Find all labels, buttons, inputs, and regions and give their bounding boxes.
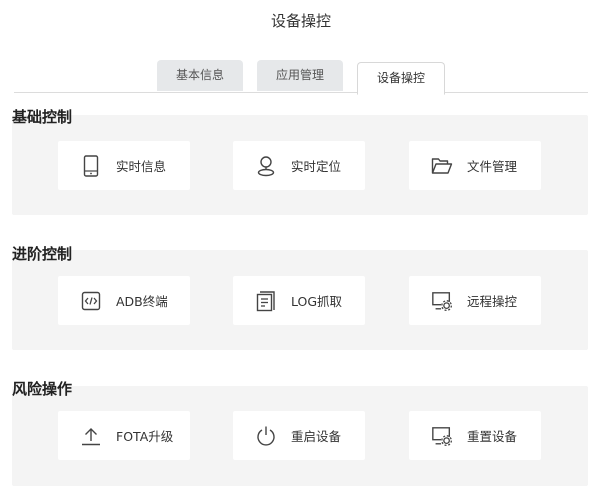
reset-device-button[interactable]: 重置设备 bbox=[409, 411, 541, 460]
realtime-location-button[interactable]: 实时定位 bbox=[233, 141, 365, 190]
realtime-location-label: 实时定位 bbox=[291, 159, 342, 174]
realtime-info-label: 实时信息 bbox=[116, 159, 167, 174]
tab-divider bbox=[14, 92, 588, 93]
log-capture-label: LOG抓取 bbox=[291, 294, 343, 309]
log-document-icon bbox=[255, 290, 277, 312]
file-management-button[interactable]: 文件管理 bbox=[409, 141, 541, 190]
section-title-advanced-control: 进阶控制 bbox=[12, 245, 73, 263]
power-icon bbox=[255, 425, 277, 447]
realtime-info-button[interactable]: 实时信息 bbox=[58, 141, 190, 190]
location-pin-icon bbox=[255, 155, 277, 177]
restart-device-label: 重启设备 bbox=[291, 429, 342, 444]
reset-device-label: 重置设备 bbox=[467, 429, 518, 444]
tab-device-control[interactable]: 设备操控 bbox=[357, 62, 445, 95]
tablet-icon bbox=[80, 154, 102, 177]
remote-control-icon bbox=[431, 290, 453, 312]
page-title: 设备操控 bbox=[270, 12, 331, 30]
upload-icon bbox=[80, 425, 102, 447]
restart-device-button[interactable]: 重启设备 bbox=[233, 411, 365, 460]
fota-upgrade-button[interactable]: FOTA升级 bbox=[58, 411, 190, 460]
remote-control-button[interactable]: 远程操控 bbox=[409, 276, 541, 325]
fota-upgrade-label: FOTA升级 bbox=[116, 429, 174, 444]
remote-control-label: 远程操控 bbox=[467, 294, 518, 309]
adb-terminal-button[interactable]: ADB终端 bbox=[58, 276, 190, 325]
section-title-basic-control: 基础控制 bbox=[12, 108, 73, 126]
log-capture-button[interactable]: LOG抓取 bbox=[233, 276, 365, 325]
folder-icon bbox=[431, 155, 453, 177]
code-terminal-icon bbox=[80, 290, 102, 312]
tab-app-management[interactable]: 应用管理 bbox=[257, 60, 343, 91]
file-management-label: 文件管理 bbox=[467, 159, 518, 174]
adb-terminal-label: ADB终端 bbox=[116, 294, 168, 309]
reset-device-icon bbox=[431, 425, 453, 447]
tab-bar: 基本信息 应用管理 设备操控 bbox=[0, 60, 602, 95]
tab-basic-info[interactable]: 基本信息 bbox=[157, 60, 243, 91]
section-title-risk-operations: 风险操作 bbox=[12, 380, 73, 398]
